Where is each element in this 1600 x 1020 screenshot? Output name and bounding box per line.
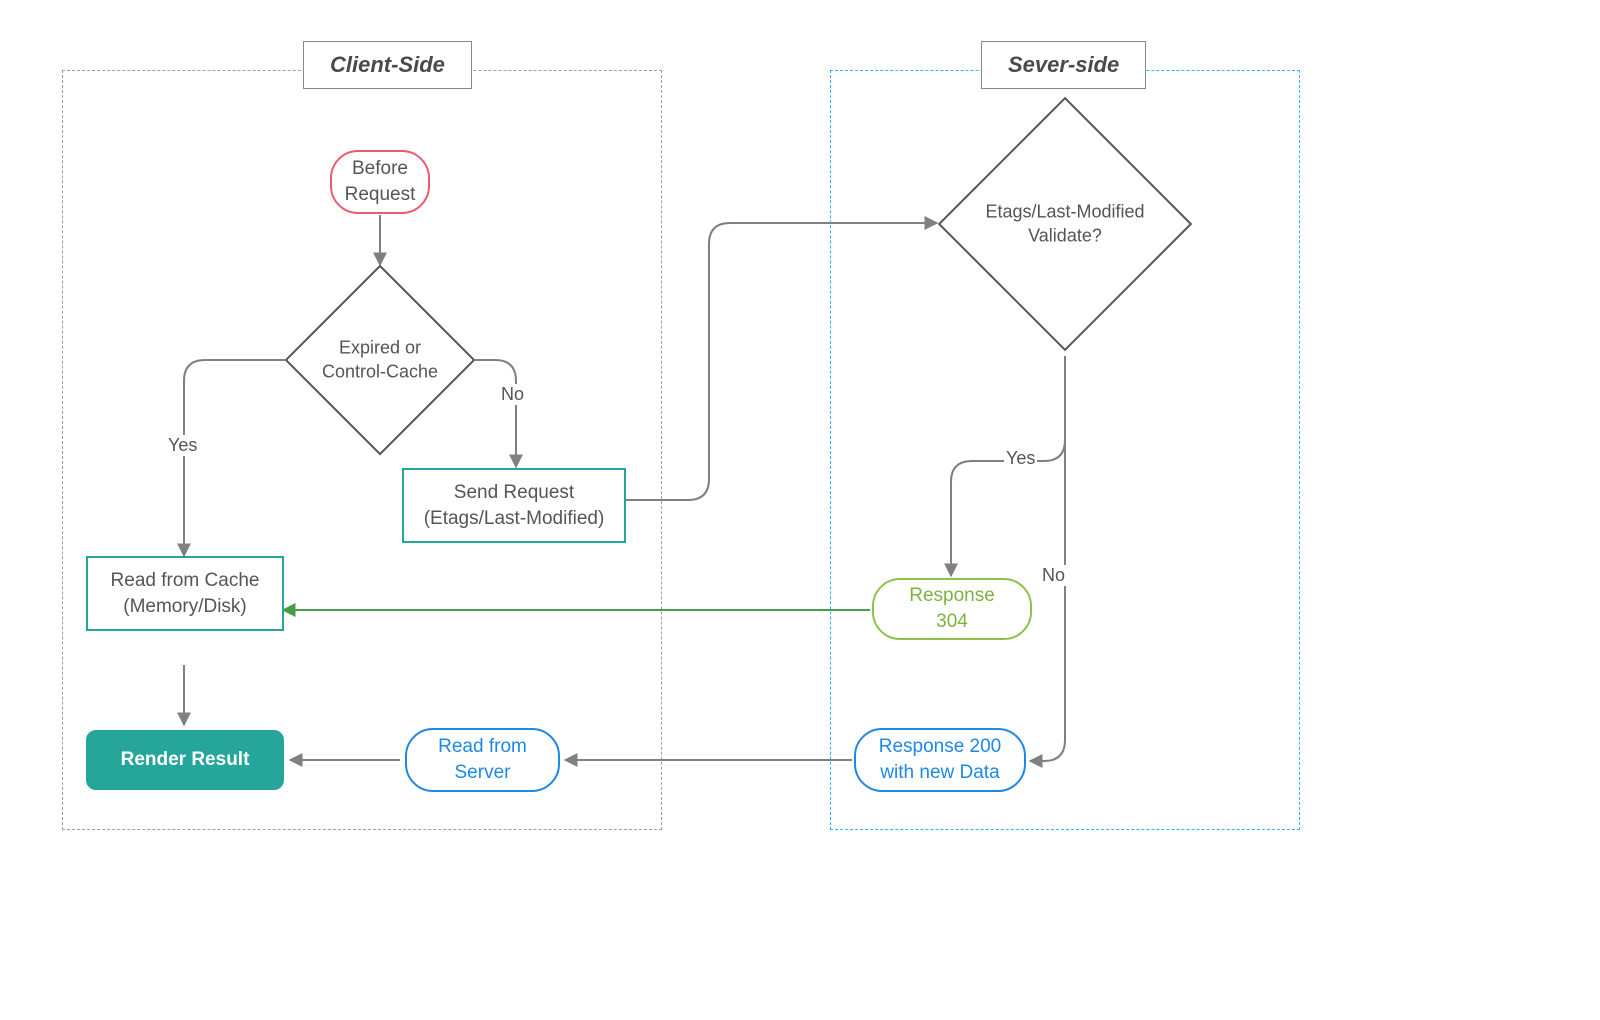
- node-response-200: Response 200 with new Data: [854, 728, 1026, 792]
- node-read-server: Read from Server: [405, 728, 560, 792]
- edge-label-yes-1: Yes: [166, 435, 199, 456]
- server-panel-title: Sever-side: [981, 41, 1146, 89]
- node-read-cache: Read from Cache (Memory/Disk): [86, 556, 284, 631]
- node-expired-check: Expired or Control-Cache: [285, 265, 475, 455]
- edge-label-yes-2: Yes: [1004, 448, 1037, 469]
- node-before-request-label: Before Request: [345, 156, 416, 207]
- node-validate-label: Etags/Last-Modified Validate?: [950, 200, 1180, 249]
- edge-label-no-1: No: [499, 384, 526, 405]
- node-read-cache-label: Read from Cache (Memory/Disk): [111, 568, 260, 619]
- node-render-result: Render Result: [86, 730, 284, 790]
- node-validate: Etags/Last-Modified Validate?: [935, 94, 1195, 354]
- node-response-304-label: Response 304: [894, 583, 1010, 634]
- diagram-canvas: Client-Side Sever-side: [0, 0, 1400, 900]
- node-read-server-label: Read from Server: [438, 734, 527, 785]
- client-panel-title: Client-Side: [303, 41, 472, 89]
- edge-label-no-2: No: [1040, 565, 1067, 586]
- node-send-request: Send Request (Etags/Last-Modified): [402, 468, 626, 543]
- node-expired-check-label: Expired or Control-Cache: [290, 336, 470, 385]
- node-render-result-label: Render Result: [121, 747, 250, 773]
- node-before-request: Before Request: [330, 150, 430, 214]
- node-response-200-label: Response 200 with new Data: [879, 734, 1002, 785]
- node-send-request-label: Send Request (Etags/Last-Modified): [424, 480, 605, 531]
- node-response-304: Response 304: [872, 578, 1032, 640]
